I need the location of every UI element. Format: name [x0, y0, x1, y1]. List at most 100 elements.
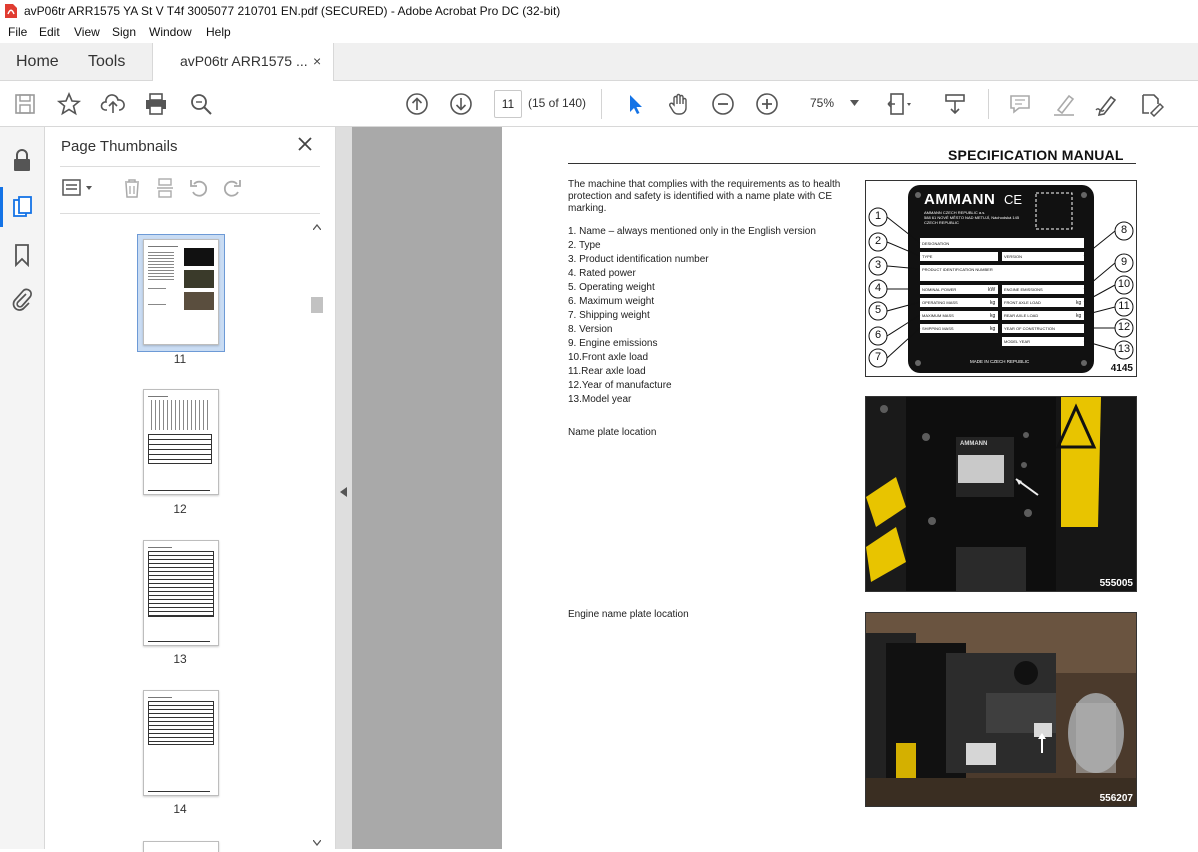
plate-field: DESIGNATION [922, 241, 950, 246]
tab-tools[interactable]: Tools [88, 43, 125, 80]
tab-home[interactable]: Home [16, 43, 59, 80]
fill-sign-icon[interactable] [1138, 91, 1164, 117]
sign-icon[interactable] [1094, 91, 1120, 117]
comment-icon[interactable] [1007, 91, 1033, 117]
list-item: 7. Shipping weight [568, 310, 650, 321]
figure-id: 556207 [1099, 793, 1133, 804]
scroll-mode-icon[interactable] [942, 91, 968, 117]
search-icon[interactable] [188, 91, 214, 117]
window-title: avP06tr ARR1575 YA St V T4f 3005077 2107… [24, 4, 561, 18]
bookmark-icon[interactable] [13, 243, 31, 267]
panel-collapse-handle[interactable] [336, 127, 352, 849]
thumbnail-options-icon[interactable] [61, 177, 97, 199]
engine-photo [866, 613, 1136, 806]
page-thumbnails-icon[interactable] [12, 195, 34, 219]
rotate-left-icon[interactable] [188, 177, 210, 199]
page-header: SPECIFICATION MANUAL [948, 147, 1124, 163]
thumbnail-page[interactable] [143, 841, 219, 852]
plate-field: NOMINAL POWER [922, 287, 957, 292]
zoom-value: 75% [810, 96, 835, 110]
scrollbar-thumb[interactable] [311, 297, 323, 313]
list-item: 3. Product identification number [568, 254, 709, 265]
name-plate-location-caption: Name plate location [568, 427, 657, 438]
plate-field: TYPE [922, 254, 933, 259]
print-icon[interactable] [143, 91, 169, 117]
plate-company-line: CZECH REPUBLIC [924, 220, 959, 225]
menu-sign[interactable]: Sign [112, 25, 136, 39]
close-icon[interactable] [296, 135, 314, 153]
chevron-down-icon[interactable] [313, 840, 321, 846]
highlight-icon[interactable] [1051, 91, 1077, 117]
left-tool-strip [0, 127, 45, 849]
page-down-icon[interactable] [448, 91, 474, 117]
select-cursor-icon[interactable] [622, 91, 648, 117]
thumbnail-label: 14 [173, 802, 187, 816]
lock-icon[interactable] [11, 148, 33, 172]
menu-bar: File Edit View Sign Window Help [0, 22, 1198, 43]
callout-number: 1 [874, 210, 882, 222]
page-fit-icon[interactable] [886, 91, 912, 117]
plate-field: PRODUCT IDENTIFICATION NUMBER [922, 267, 993, 272]
plate-unit: kg [1076, 300, 1082, 306]
list-item: 8. Version [568, 324, 613, 335]
thumbnail-page[interactable] [143, 389, 219, 495]
list-item: 1. Name – always mentioned only in the E… [568, 226, 816, 237]
menu-file[interactable]: File [8, 25, 27, 39]
menu-edit[interactable]: Edit [39, 25, 60, 39]
star-icon[interactable] [56, 91, 82, 117]
upload-icon[interactable] [100, 91, 126, 117]
document-view[interactable]: SPECIFICATION MANUAL The machine that co… [352, 127, 1198, 849]
attachment-icon[interactable] [11, 287, 33, 311]
pdf-page: SPECIFICATION MANUAL The machine that co… [502, 127, 1198, 849]
panel-divider [60, 213, 320, 214]
list-item: 5. Operating weight [568, 282, 655, 293]
zoom-out-icon[interactable] [710, 91, 736, 117]
callout-number: 13 [1117, 343, 1131, 355]
photo-brand-label: AMMANN [960, 441, 988, 447]
thumbnail-scrollbar[interactable] [310, 221, 324, 849]
plate-unit: kg [990, 313, 996, 319]
page-up-icon[interactable] [404, 91, 430, 117]
callout-number: 12 [1117, 321, 1131, 333]
chevron-up-icon[interactable] [313, 224, 321, 230]
callout-number: 2 [874, 235, 882, 247]
callout-number: 8 [1120, 224, 1128, 236]
menu-window[interactable]: Window [149, 25, 192, 39]
extract-pages-icon[interactable] [154, 177, 176, 199]
intro-text: The machine that complies with the requi… [568, 179, 841, 214]
tab-document[interactable]: avP06tr ARR1575 ... × [152, 43, 334, 81]
thumbnail-page[interactable] [143, 239, 219, 345]
callout-number: 5 [874, 304, 882, 316]
thumbnails-panel: Page Thumbnails 11 12 13 14 [45, 127, 336, 852]
plate-field: SHIPPING MASS [922, 326, 954, 331]
zoom-in-icon[interactable] [754, 91, 780, 117]
zoom-select[interactable]: 75% [798, 90, 868, 116]
delete-icon[interactable] [121, 177, 143, 199]
name-plate-field-list: 1. Name – always mentioned only in the E… [568, 225, 816, 407]
plate-field: MAXIMUM MASS [922, 313, 954, 318]
thumbnail-page[interactable] [143, 540, 219, 646]
plate-field: MODEL YEAR [1004, 339, 1031, 344]
thumbnail-label: 12 [173, 502, 187, 516]
callout-number: 9 [1120, 256, 1128, 268]
plate-brand: AMMANN [924, 191, 996, 208]
list-item: 11.Rear axle load [568, 366, 646, 377]
rotate-right-icon[interactable] [221, 177, 243, 199]
acrobat-icon [5, 4, 17, 18]
menu-view[interactable]: View [74, 25, 100, 39]
menu-help[interactable]: Help [206, 25, 231, 39]
hand-icon[interactable] [666, 91, 692, 117]
tab-bar: Home Tools avP06tr ARR1575 ... × [0, 43, 1198, 81]
tab-document-label: avP06tr ARR1575 ... [180, 53, 308, 69]
plate-unit: kg [990, 326, 996, 332]
callout-number: 7 [874, 351, 882, 363]
save-icon[interactable] [12, 91, 38, 117]
plate-unit: kg [1076, 313, 1082, 319]
list-item: 10.Front axle load [568, 352, 649, 363]
thumbnail-page[interactable] [143, 690, 219, 796]
callout-number: 6 [874, 329, 882, 341]
panel-divider [60, 166, 320, 167]
page-number-input[interactable]: 11 [494, 90, 522, 118]
tab-close-icon[interactable]: × [313, 43, 321, 80]
plate-ce-mark: CE [1004, 192, 1023, 207]
